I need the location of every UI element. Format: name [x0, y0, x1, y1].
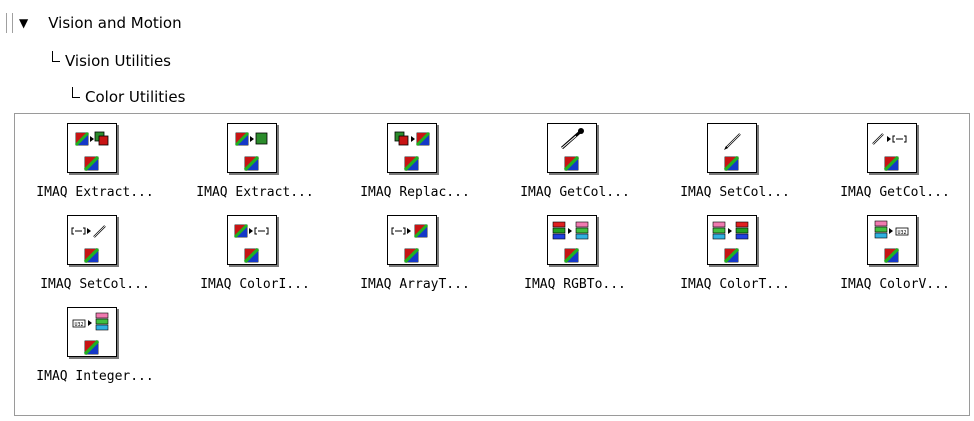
tree-item-label: Vision and Motion: [48, 14, 182, 32]
palette-item[interactable]: IMAQ ColorT...: [655, 206, 815, 298]
rgb-to-color-icon[interactable]: [547, 215, 597, 265]
palette-item[interactable]: IMAQ ArrayT...: [335, 206, 495, 298]
tree-item-vision-and-motion[interactable]: ▼ Vision and Motion: [6, 12, 182, 34]
tree-elbow-icon: [72, 86, 80, 98]
expand-triangle-icon[interactable]: ▼: [19, 16, 28, 30]
array-to-pencil-icon[interactable]: [67, 215, 117, 265]
palette-item-label: IMAQ Replac...: [360, 185, 470, 200]
palette-item-label: IMAQ Integer...: [36, 369, 154, 384]
palette-item-label: IMAQ GetCol...: [520, 185, 630, 200]
palette-item[interactable]: IMAQ Extract...: [15, 114, 175, 206]
color-image-to-array-icon[interactable]: [227, 215, 277, 265]
svg-text:U32: U32: [74, 322, 83, 328]
palette-item[interactable]: IMAQ SetCol...: [15, 206, 175, 298]
svg-text:U32: U32: [897, 230, 906, 236]
palette-item-label: IMAQ SetCol...: [40, 277, 150, 292]
tree-elbow-icon: [52, 50, 60, 62]
palette-item[interactable]: U32 IMAQ ColorV...: [815, 206, 974, 298]
palette-item[interactable]: IMAQ ColorI...: [175, 206, 335, 298]
palette-item-label: IMAQ Extract...: [36, 185, 154, 200]
array-to-color-image-icon[interactable]: [387, 215, 437, 265]
pencil-icon[interactable]: [707, 123, 757, 173]
palette-item-label: IMAQ RGBTo...: [524, 277, 626, 292]
palette-item[interactable]: IMAQ GetCol...: [815, 114, 974, 206]
palette-item-label: IMAQ ColorV...: [840, 277, 950, 292]
palette-item-label: IMAQ GetCol...: [840, 185, 950, 200]
tree-item-label: Color Utilities: [85, 88, 186, 106]
color-to-rgb-icon[interactable]: [707, 215, 757, 265]
palette-item[interactable]: IMAQ Replac...: [335, 114, 495, 206]
color-value-to-integer-icon[interactable]: U32: [867, 215, 917, 265]
tree-item-vision-utilities[interactable]: Vision Utilities: [52, 50, 171, 72]
eyedropper-icon[interactable]: [547, 123, 597, 173]
pencil-to-array-icon[interactable]: [867, 123, 917, 173]
palette-item[interactable]: IMAQ GetCol...: [495, 114, 655, 206]
palette-item-label: IMAQ Extract...: [196, 185, 314, 200]
palette-item[interactable]: IMAQ Extract...: [175, 114, 335, 206]
palette-item-label: IMAQ SetCol...: [680, 185, 790, 200]
extract-single-plane-icon[interactable]: [227, 123, 277, 173]
palette-item[interactable]: IMAQ SetCol...: [655, 114, 815, 206]
replace-color-plane-icon[interactable]: [387, 123, 437, 173]
tree-item-color-utilities[interactable]: Color Utilities: [72, 86, 185, 108]
palette-item-label: IMAQ ColorT...: [680, 277, 790, 292]
integer-to-color-value-icon[interactable]: U32: [67, 307, 117, 357]
extract-color-plane-icon[interactable]: [67, 123, 117, 173]
palette-item-label: IMAQ ColorI...: [200, 277, 310, 292]
palette-item-label: IMAQ ArrayT...: [360, 277, 470, 292]
palette-grip-icon[interactable]: [6, 13, 13, 33]
palette-item[interactable]: IMAQ RGBTo...: [495, 206, 655, 298]
tree-item-label: Vision Utilities: [65, 52, 171, 70]
function-palette: IMAQ Extract... IMAQ Extract... IMAQ Rep…: [14, 113, 970, 416]
palette-item[interactable]: U32 IMAQ Integer...: [15, 298, 175, 390]
